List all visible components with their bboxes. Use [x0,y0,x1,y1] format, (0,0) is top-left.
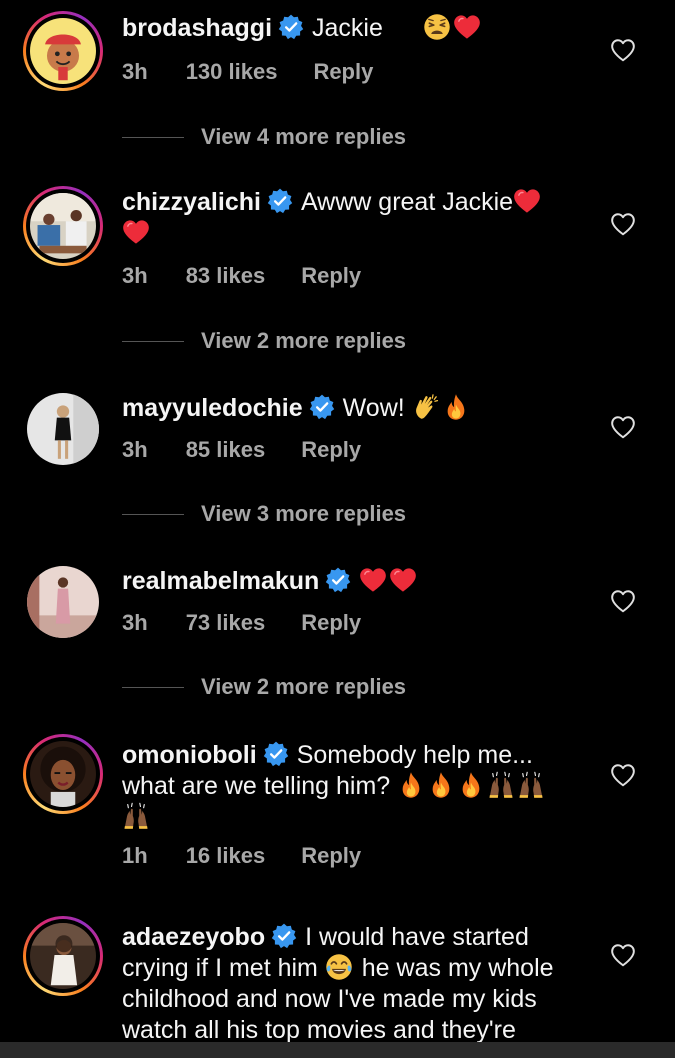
fire-emoji-icon [457,771,485,799]
fire-emoji-icon [442,393,470,421]
view-more-replies-button[interactable]: View 2 more replies [122,672,406,702]
comment-text-line-1: Somebody help me... [296,741,533,769]
replies-divider-line [122,136,184,138]
comment-text: Wow! [342,394,405,422]
red-heart-emoji-icon [453,13,481,41]
brodashaggi-avatar-image [30,18,96,84]
chizzyalichi-avatar-image [30,193,96,259]
comment-text-line-1: I would have started [305,923,529,951]
likes-count[interactable]: 16 likes [186,843,266,868]
omonioboli-avatar-image [30,741,96,807]
red-heart-emoji-icon [389,566,417,594]
verified-badge-icon [309,394,335,420]
verified-badge-icon [267,188,293,214]
avatar-story-ring[interactable] [23,734,103,814]
comment-time: 1h [122,843,148,868]
reply-button[interactable]: Reply [313,59,373,84]
verified-badge-icon [263,741,289,767]
username[interactable]: adaezeyobo [122,923,265,951]
verified-badge-icon [271,923,297,949]
username[interactable]: brodashaggi [122,14,272,42]
like-heart-icon[interactable] [610,589,636,613]
comment-text-line-2b: he was my whole [361,954,554,982]
fire-emoji-icon [397,771,425,799]
likes-count[interactable]: 73 likes [186,610,266,635]
avatar-story-ring[interactable] [23,916,103,996]
reply-button[interactable]: Reply [301,437,361,462]
username[interactable]: realmabelmakun [122,567,319,595]
comment-text-line-2: what are we telling him? [122,772,391,800]
avatar[interactable] [27,393,99,465]
avatar [30,18,96,84]
comment-text: Awww great Jackie [300,188,514,216]
adaezeyobo-avatar-image [30,923,96,989]
red-heart-emoji-icon [513,187,541,215]
replies-divider-line [122,686,184,688]
avatar [30,741,96,807]
realmabelmakun-avatar-image [27,566,99,638]
comment-meta: 3h 85 likes Reply [122,435,592,465]
comment-meta: 3h 130 likes Reply [122,57,592,87]
face-with-tears-of-joy-emoji-icon [325,953,353,981]
view-more-replies-button[interactable]: View 3 more replies [122,499,406,529]
like-heart-icon[interactable] [610,38,636,62]
clapping-hands-emoji-icon [412,393,440,421]
raising-hands-emoji-icon [487,771,515,799]
replies-divider-line [122,340,184,342]
like-heart-icon[interactable] [610,212,636,236]
likes-count[interactable]: 83 likes [186,263,266,288]
like-heart-icon[interactable] [610,763,636,787]
comment-time: 3h [122,610,148,635]
mayyuledochie-avatar-image [27,393,99,465]
comment-meta: 3h 73 likes Reply [122,608,592,638]
username[interactable]: chizzyalichi [122,188,261,216]
raising-hands-emoji-icon [517,771,545,799]
replies-divider-line [122,513,184,515]
verified-badge-icon [278,14,304,40]
avatar-story-ring[interactable] [23,11,103,91]
comment-text-line-3: childhood and now I've made my kids [122,985,537,1013]
username[interactable]: omonioboli [122,741,257,769]
bottom-bar [0,1042,675,1058]
avatar [30,193,96,259]
likes-count[interactable]: 85 likes [186,437,266,462]
red-heart-emoji-icon [122,218,150,246]
comment-time: 3h [122,437,148,462]
comment-text: Jackie [312,14,383,42]
view-more-replies-button[interactable]: View 2 more replies [122,326,406,356]
red-heart-emoji-icon [359,566,387,594]
view-more-replies-button[interactable]: View 4 more replies [122,122,406,152]
fire-emoji-icon [427,771,455,799]
comment-meta: 3h 83 likes Reply [122,261,592,291]
comment-text-line-2: crying if I met him [122,954,318,982]
comment-text-line-4: watch all his top movies and they're [122,1016,516,1044]
avatar[interactable] [27,566,99,638]
verified-badge-icon [325,567,351,593]
like-heart-icon[interactable] [610,415,636,439]
comment-time: 3h [122,59,148,84]
reply-button[interactable]: Reply [301,263,361,288]
username[interactable]: mayyuledochie [122,394,303,422]
like-heart-icon[interactable] [610,943,636,967]
avatar-story-ring[interactable] [23,186,103,266]
tired-face-emoji-icon [423,13,451,41]
comment-meta: 1h 16 likes Reply [122,841,592,871]
likes-count[interactable]: 130 likes [186,59,278,84]
reply-button[interactable]: Reply [301,843,361,868]
avatar [30,923,96,989]
comment-time: 3h [122,263,148,288]
raising-hands-emoji-icon [122,802,150,830]
reply-button[interactable]: Reply [301,610,361,635]
